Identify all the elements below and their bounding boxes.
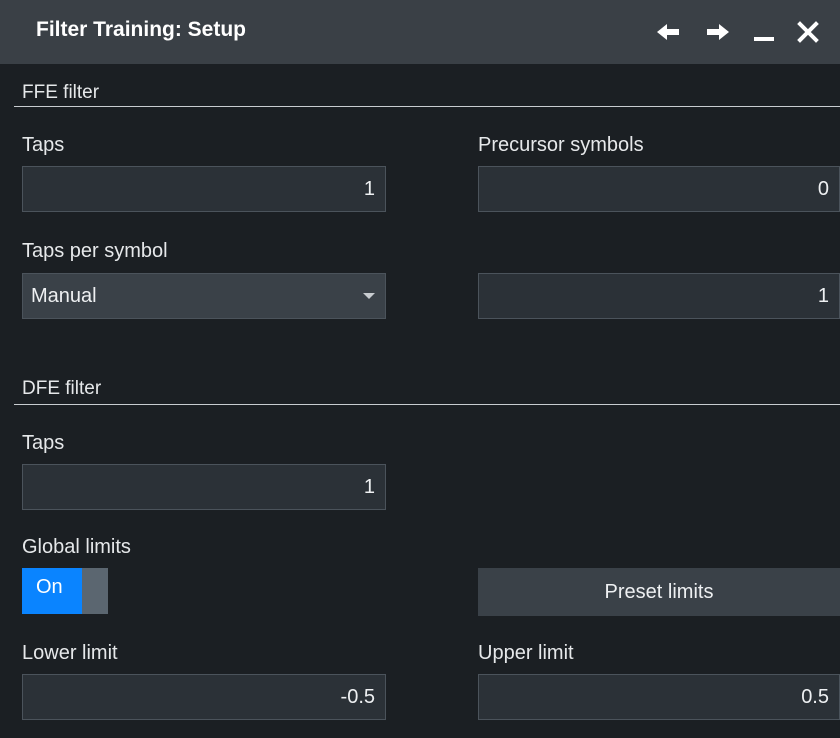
precursor-symbols-value: 0 bbox=[817, 177, 829, 200]
lower-limit-value: -0.5 bbox=[340, 685, 375, 708]
ffe-taps-value: 1 bbox=[363, 177, 375, 200]
upper-limit-field[interactable]: 0.5 bbox=[478, 674, 840, 720]
arrow-right-icon bbox=[707, 24, 729, 40]
upper-limit-value: 0.5 bbox=[801, 685, 829, 708]
precursor-symbols-label: Precursor symbols bbox=[478, 134, 644, 156]
upper-limit-label: Upper limit bbox=[478, 642, 574, 664]
dfe-section-title: DFE filter bbox=[22, 378, 102, 399]
arrow-left-icon bbox=[657, 24, 679, 40]
lower-limit-label: Lower limit bbox=[22, 642, 118, 664]
chevron-down-icon bbox=[363, 293, 375, 299]
taps-per-symbol-mode: Manual bbox=[31, 284, 97, 307]
forward-button[interactable] bbox=[700, 14, 736, 50]
dfe-section-divider bbox=[14, 404, 840, 405]
ffe-taps-label: Taps bbox=[22, 134, 65, 156]
toggle-knob bbox=[82, 568, 108, 614]
close-button[interactable] bbox=[790, 14, 826, 50]
back-button[interactable] bbox=[650, 14, 686, 50]
ffe-section-title: FFE filter bbox=[22, 82, 100, 103]
taps-per-symbol-dropdown[interactable]: Manual bbox=[22, 273, 386, 319]
title-bar: Filter Training: Setup bbox=[0, 0, 840, 64]
dfe-taps-value: 1 bbox=[363, 475, 375, 498]
close-icon bbox=[797, 21, 819, 43]
lower-limit-field[interactable]: -0.5 bbox=[22, 674, 386, 720]
taps-per-symbol-label: Taps per symbol bbox=[22, 240, 168, 262]
preset-limits-label: Preset limits bbox=[604, 580, 714, 603]
window-title: Filter Training: Setup bbox=[36, 18, 247, 41]
dfe-taps-label: Taps bbox=[22, 432, 65, 454]
precursor-symbols-field[interactable]: 0 bbox=[478, 166, 840, 212]
global-limits-label: Global limits bbox=[22, 536, 131, 558]
ffe-section-divider bbox=[14, 106, 840, 107]
preset-limits-button[interactable]: Preset limits bbox=[478, 568, 840, 616]
toggle-on-segment: On bbox=[22, 568, 82, 614]
minimize-icon bbox=[754, 37, 774, 41]
taps-per-symbol-field[interactable]: 1 bbox=[478, 273, 840, 319]
global-limits-toggle[interactable]: On bbox=[22, 568, 108, 614]
taps-per-symbol-value: 1 bbox=[817, 284, 829, 307]
dfe-taps-field[interactable]: 1 bbox=[22, 464, 386, 510]
toggle-state-label: On bbox=[36, 576, 63, 598]
ffe-taps-field[interactable]: 1 bbox=[22, 166, 386, 212]
minimize-button[interactable] bbox=[746, 14, 782, 50]
